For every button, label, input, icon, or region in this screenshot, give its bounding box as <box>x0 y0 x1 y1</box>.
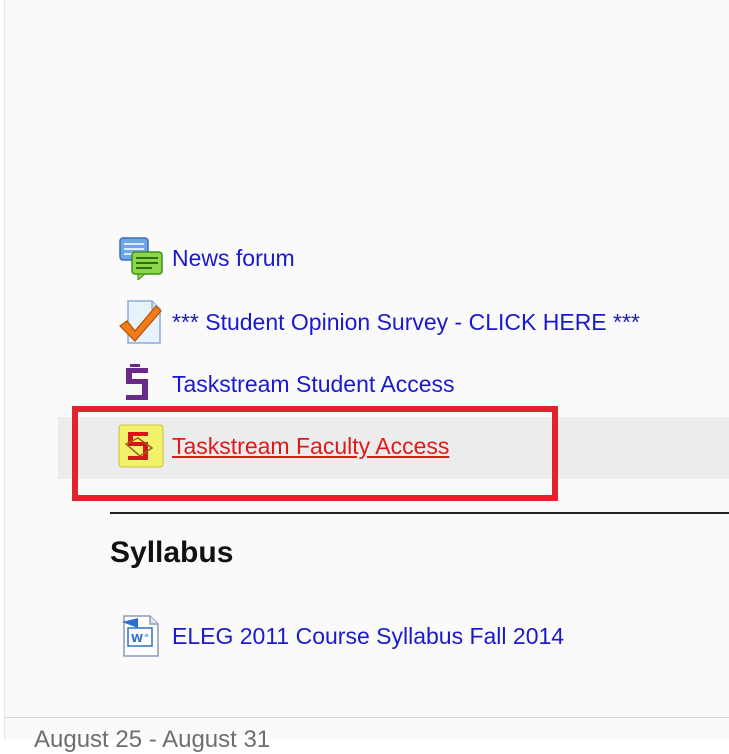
activity-student-opinion-survey[interactable]: *** Student Opinion Survey - CLICK HERE … <box>118 300 640 344</box>
taskstream-icon <box>118 362 164 406</box>
section-divider-bottom <box>4 717 729 718</box>
news-forum-link[interactable]: News forum <box>172 246 295 270</box>
survey-link[interactable]: *** Student Opinion Survey - CLICK HERE … <box>172 310 640 334</box>
next-section-title: August 25 - August 31 <box>34 726 271 753</box>
section-divider <box>110 512 729 514</box>
taskstream-student-link[interactable]: Taskstream Student Access <box>172 372 455 396</box>
activity-course-syllabus[interactable]: W ≡ ELEG 2011 Course Syllabus Fall 2014 <box>118 614 564 658</box>
activity-taskstream-student[interactable]: Taskstream Student Access <box>118 362 455 406</box>
svg-text:≡: ≡ <box>144 632 149 639</box>
annotation-highlight-box <box>72 406 558 501</box>
syllabus-section-title: Syllabus <box>110 536 234 569</box>
activity-news-forum[interactable]: News forum <box>118 236 295 282</box>
course-syllabus-link[interactable]: ELEG 2011 Course Syllabus Fall 2014 <box>172 624 564 648</box>
word-document-icon: W ≡ <box>118 614 164 658</box>
svg-text:W: W <box>131 632 143 645</box>
survey-checkmark-icon <box>118 300 164 344</box>
forum-icon <box>118 236 164 282</box>
